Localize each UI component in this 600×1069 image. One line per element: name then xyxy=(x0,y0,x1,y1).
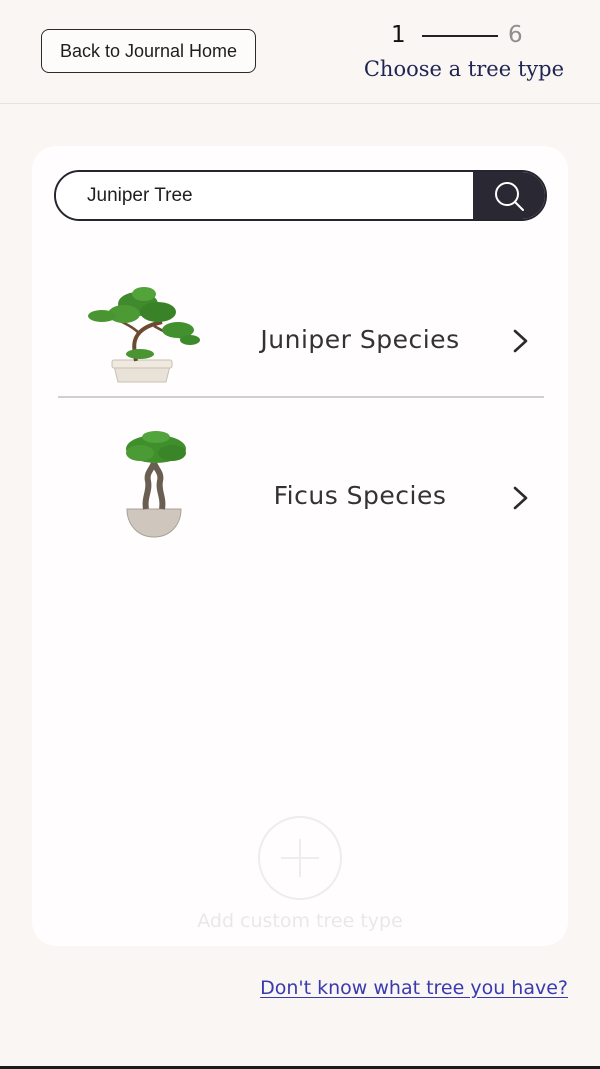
list-item-ficus[interactable]: Ficus Species xyxy=(58,429,544,559)
divider xyxy=(58,396,544,398)
add-custom-tree-type[interactable]: Add custom tree type xyxy=(32,816,568,936)
search-bar xyxy=(54,170,547,221)
ficus-bonsai-image xyxy=(126,431,186,538)
current-step: 1 xyxy=(391,22,406,48)
plus-icon xyxy=(281,839,319,877)
list-item-label: Ficus Species xyxy=(273,481,447,510)
step-progress: 1 6 Choose a tree type xyxy=(354,18,564,88)
add-custom-label: Add custom tree type xyxy=(197,910,403,932)
progress-line xyxy=(422,35,498,37)
juniper-bonsai-image xyxy=(88,287,200,383)
help-link[interactable]: Don't know what tree you have? xyxy=(260,977,568,999)
list-item-juniper[interactable]: Juniper Species xyxy=(58,274,544,404)
chevron-right-icon xyxy=(513,329,528,353)
add-custom-circle[interactable] xyxy=(258,816,342,900)
tree-type-card: Juniper Species Ficus Species Add custo xyxy=(32,146,568,946)
search-icon xyxy=(495,181,524,211)
step-title: Choose a tree type xyxy=(363,57,564,81)
chevron-right-icon xyxy=(513,486,528,510)
search-input[interactable] xyxy=(56,172,476,219)
total-steps: 6 xyxy=(508,22,523,48)
list-item-label: Juniper Species xyxy=(260,325,460,354)
search-button[interactable] xyxy=(473,172,545,219)
header: Back to Journal Home 1 6 Choose a tree t… xyxy=(0,0,600,104)
back-to-journal-home-button[interactable]: Back to Journal Home xyxy=(41,29,256,73)
